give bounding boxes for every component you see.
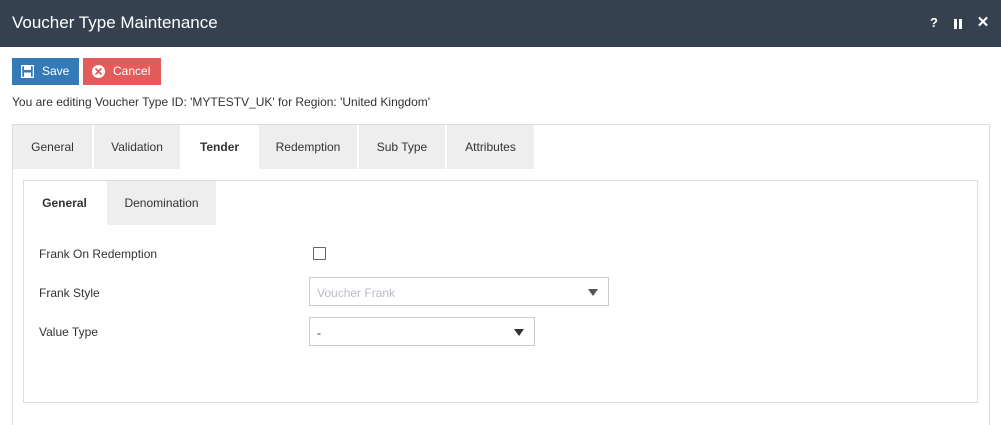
subtab-general[interactable]: General [24, 181, 105, 225]
cancel-circle-icon [92, 65, 105, 78]
window-title: Voucher Type Maintenance [12, 13, 218, 32]
cancel-label: Cancel [113, 64, 151, 78]
tab-attributes[interactable]: Attributes [447, 125, 534, 169]
subtab-denomination[interactable]: Denomination [107, 181, 216, 225]
tab-tender[interactable]: Tender [182, 125, 257, 169]
frank-style-value: Voucher Frank [317, 286, 396, 300]
tab-general[interactable]: General [13, 125, 92, 169]
help-button[interactable]: ? [928, 14, 940, 32]
frank-on-redemption-checkbox[interactable] [313, 247, 326, 260]
save-button[interactable]: Save [12, 58, 79, 85]
pause-button[interactable] [952, 14, 964, 32]
pause-icon [954, 18, 962, 29]
cancel-button[interactable]: Cancel [83, 58, 161, 85]
tab-validation[interactable]: Validation [94, 125, 180, 169]
frank-style-select[interactable]: Voucher Frank [309, 277, 609, 306]
frank-on-redemption-label: Frank On Redemption [39, 247, 158, 261]
tab-sub-type[interactable]: Sub Type [359, 125, 445, 169]
edit-context-message: You are editing Voucher Type ID: 'MYTEST… [12, 95, 431, 109]
value-type-select[interactable]: - [309, 317, 535, 346]
value-type-label: Value Type [39, 325, 98, 339]
window-titlebar: Voucher Type Maintenance ? ✕ [0, 0, 1001, 47]
chevron-down-icon [588, 289, 598, 296]
floppy-disk-icon [21, 65, 34, 78]
save-label: Save [42, 64, 70, 78]
chevron-down-icon [514, 329, 524, 336]
value-type-value: - [317, 326, 321, 340]
tab-redemption[interactable]: Redemption [259, 125, 357, 169]
frank-style-label: Frank Style [39, 286, 100, 300]
close-button[interactable]: ✕ [976, 14, 990, 32]
